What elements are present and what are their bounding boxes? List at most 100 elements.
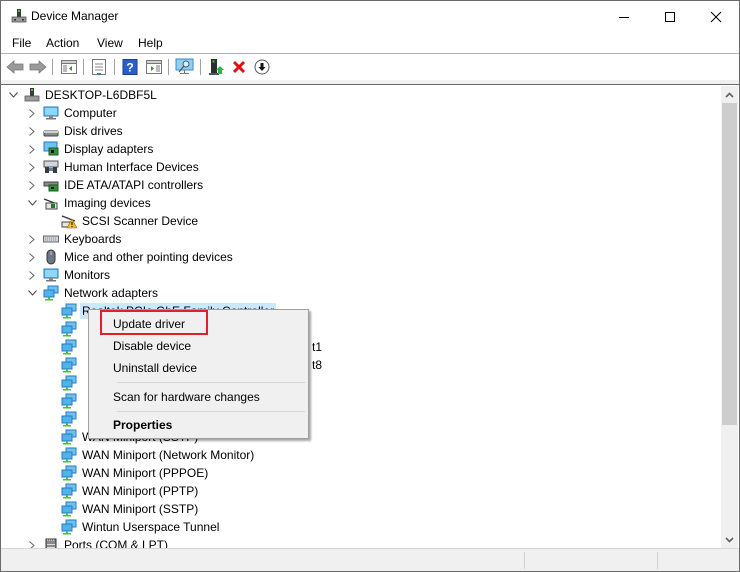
keyboard-icon bbox=[43, 235, 59, 243]
properties-button[interactable] bbox=[89, 57, 109, 77]
scroll-up-button[interactable] bbox=[721, 86, 738, 103]
tree-device[interactable] bbox=[61, 374, 84, 392]
tree-device[interactable]: Wintun Userspace Tunnel bbox=[61, 518, 221, 536]
title-bar[interactable]: Device Manager bbox=[1, 1, 739, 32]
menu-action[interactable]: Action bbox=[46, 36, 79, 50]
status-separator bbox=[657, 552, 658, 569]
chevron-right-icon[interactable] bbox=[27, 158, 37, 176]
tree-device[interactable]: t8 bbox=[61, 356, 322, 374]
tree-item-label: Disk drives bbox=[64, 124, 123, 138]
network-adapter-icon bbox=[61, 339, 77, 355]
scanner-warning-icon bbox=[61, 215, 77, 229]
imaging-device-icon bbox=[43, 198, 58, 210]
scroll-down-button[interactable] bbox=[721, 531, 738, 548]
tree-item-label: Ports (COM & LPT) bbox=[64, 538, 169, 548]
menu-file[interactable]: File bbox=[12, 36, 31, 50]
tree-category[interactable]: Display adapters bbox=[27, 140, 155, 158]
close-button[interactable] bbox=[693, 1, 739, 32]
network-adapter-icon bbox=[61, 303, 77, 319]
monitor-icon bbox=[43, 268, 59, 282]
context-menu-separator bbox=[117, 411, 305, 412]
computer-root-icon bbox=[24, 88, 40, 102]
scan-hardware-button[interactable] bbox=[175, 57, 195, 77]
tree-category[interactable]: IDE ATA/ATAPI controllers bbox=[27, 176, 205, 194]
tree-category[interactable]: Network adapters bbox=[27, 284, 160, 302]
tree-category[interactable]: Disk drives bbox=[27, 122, 125, 140]
chevron-right-icon[interactable] bbox=[27, 230, 37, 248]
chevron-right-icon[interactable] bbox=[27, 266, 37, 284]
computer-icon bbox=[43, 106, 59, 120]
chevron-right-icon[interactable] bbox=[27, 140, 37, 158]
update-driver-icon bbox=[209, 59, 224, 75]
context-menu-scan-hardware[interactable]: Scan for hardware changes bbox=[91, 386, 306, 408]
tree-device[interactable] bbox=[61, 320, 84, 338]
forward-button[interactable] bbox=[28, 57, 48, 77]
tree-item-label: Mice and other pointing devices bbox=[64, 250, 233, 264]
chevron-right-icon[interactable] bbox=[27, 176, 37, 194]
chevron-right-icon[interactable] bbox=[27, 122, 37, 140]
menu-bar: File Action View Help bbox=[1, 32, 739, 54]
tree-item-label bbox=[80, 400, 84, 402]
maximize-button[interactable] bbox=[647, 1, 693, 32]
tree-item-label: IDE ATA/ATAPI controllers bbox=[64, 178, 204, 192]
help-button[interactable]: ? bbox=[120, 57, 140, 77]
close-icon bbox=[710, 11, 722, 22]
toolbar: ? bbox=[1, 54, 739, 80]
chevron-down-icon[interactable] bbox=[8, 86, 18, 104]
context-menu-uninstall-device[interactable]: Uninstall device bbox=[91, 357, 306, 379]
tree-item-label: t8 bbox=[312, 358, 323, 372]
show-hide-action-pane-button[interactable] bbox=[144, 57, 164, 77]
tree-category[interactable]: Monitors bbox=[27, 266, 112, 284]
tree-device[interactable]: WAN Miniport (PPPOE) bbox=[61, 464, 210, 482]
tree-root[interactable]: DESKTOP-L6DBF5L bbox=[8, 86, 159, 104]
menu-help[interactable]: Help bbox=[138, 36, 163, 50]
toolbar-separator bbox=[200, 59, 201, 75]
chevron-right-icon[interactable] bbox=[27, 536, 37, 548]
scroll-thumb[interactable] bbox=[722, 103, 737, 425]
uninstall-device-button[interactable] bbox=[229, 57, 249, 77]
tree-device[interactable]: WAN Miniport (PPTP) bbox=[61, 482, 200, 500]
toolbar-separator bbox=[168, 59, 169, 75]
tree-category[interactable]: Imaging devices bbox=[27, 194, 153, 212]
back-button[interactable] bbox=[5, 57, 25, 77]
disk-drive-icon bbox=[43, 130, 59, 137]
tree-item-label: Wintun Userspace Tunnel bbox=[82, 520, 220, 534]
network-adapter-icon bbox=[61, 465, 77, 481]
tree-device[interactable]: SCSI Scanner Device bbox=[61, 212, 200, 230]
tree-device[interactable] bbox=[61, 392, 84, 410]
menu-view[interactable]: View bbox=[97, 36, 123, 50]
disable-device-button[interactable] bbox=[252, 57, 272, 77]
tree-category[interactable]: Computer bbox=[27, 104, 119, 122]
context-menu-disable-device[interactable]: Disable device bbox=[91, 335, 306, 357]
tree-device[interactable] bbox=[61, 410, 84, 428]
uninstall-device-label: Uninstall device bbox=[113, 361, 198, 375]
down-arrow-circle-icon bbox=[254, 59, 270, 75]
chevron-down-icon[interactable] bbox=[27, 194, 37, 212]
tree-device[interactable]: WAN Miniport (Network Monitor) bbox=[61, 446, 256, 464]
tree-device[interactable]: t1 bbox=[61, 338, 322, 356]
chevron-down-icon bbox=[725, 536, 734, 543]
context-menu-separator bbox=[117, 382, 305, 383]
tree-category[interactable]: Ports (COM & LPT) bbox=[27, 536, 170, 548]
help-icon: ? bbox=[122, 59, 138, 75]
update-driver-button[interactable] bbox=[206, 57, 226, 77]
chevron-up-icon bbox=[725, 91, 734, 98]
tree-category[interactable]: Keyboards bbox=[27, 230, 123, 248]
tree-device[interactable]: WAN Miniport (SSTP) bbox=[61, 500, 200, 518]
vertical-scrollbar[interactable] bbox=[721, 86, 738, 548]
tree-item-label: Human Interface Devices bbox=[64, 160, 199, 174]
tree-item-label: Network adapters bbox=[64, 286, 159, 300]
status-separator bbox=[524, 552, 525, 569]
minimize-button[interactable] bbox=[601, 1, 647, 32]
tree-category[interactable]: Human Interface Devices bbox=[27, 158, 201, 176]
network-adapter-icon bbox=[61, 447, 77, 463]
network-adapter-icon bbox=[61, 321, 77, 337]
context-menu-properties[interactable]: Properties bbox=[91, 414, 306, 436]
show-hide-console-tree-button[interactable] bbox=[59, 57, 79, 77]
chevron-right-icon[interactable] bbox=[27, 248, 37, 266]
tree-root-label: DESKTOP-L6DBF5L bbox=[45, 88, 157, 102]
tree-category[interactable]: Mice and other pointing devices bbox=[27, 248, 235, 266]
chevron-right-icon[interactable] bbox=[27, 104, 37, 122]
chevron-down-icon[interactable] bbox=[27, 284, 37, 302]
network-adapter-icon bbox=[43, 285, 59, 301]
